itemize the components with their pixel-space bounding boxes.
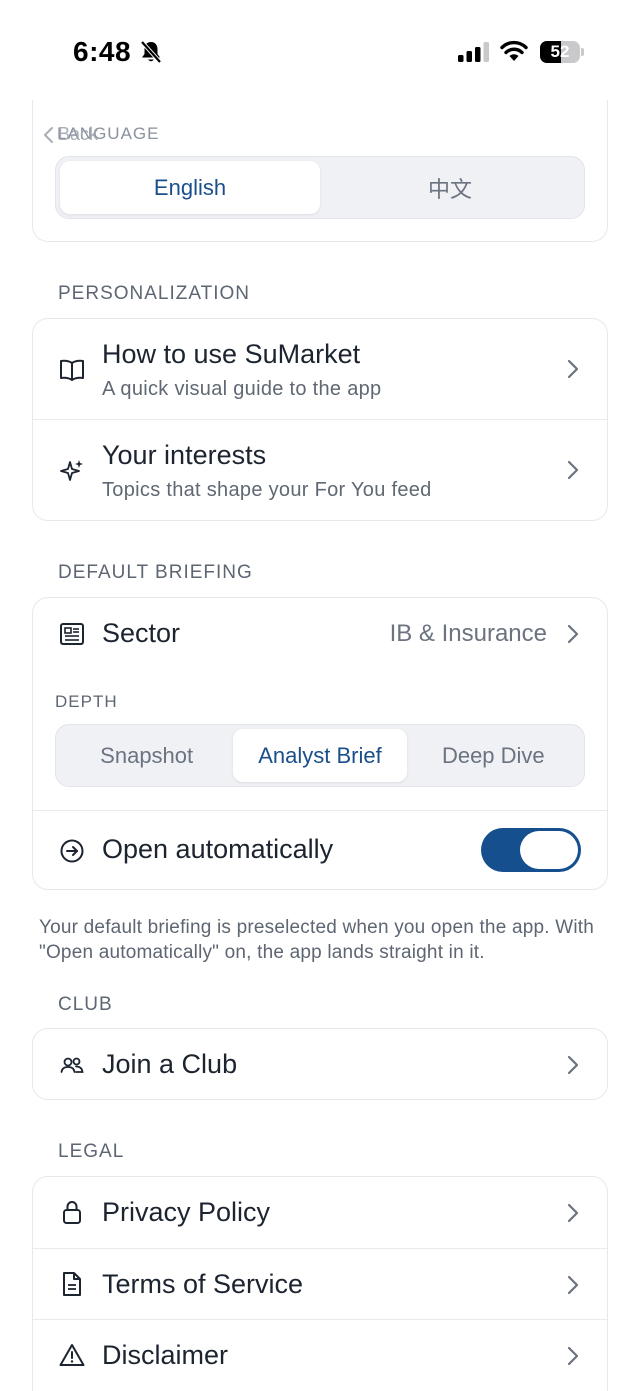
- depth-option-analyst-brief[interactable]: Analyst Brief: [233, 729, 407, 782]
- chevron-right-icon: [567, 1055, 579, 1075]
- privacy-policy-row[interactable]: Privacy Policy: [33, 1177, 607, 1248]
- open-automatically-toggle[interactable]: [481, 828, 581, 872]
- legal-card: Privacy Policy Terms of Service Disclaim…: [32, 1176, 608, 1391]
- default-briefing-card: Sector IB & Insurance DEPTH Snapshot Ana…: [32, 597, 608, 890]
- open-automatically-title: Open automatically: [102, 834, 334, 864]
- how-to-use-title: How to use SuMarket: [102, 339, 361, 369]
- status-time: 6:48: [73, 36, 132, 67]
- join-club-title: Join a Club: [102, 1049, 238, 1079]
- lock-icon: [59, 1199, 85, 1225]
- newspaper-icon: [59, 621, 85, 647]
- back-label: Back: [58, 124, 99, 144]
- sector-title: Sector: [102, 618, 181, 648]
- warning-icon: [59, 1342, 85, 1368]
- club-section-label: CLUB: [58, 994, 113, 1015]
- language-card: LANGUAGE English 中文: [32, 92, 608, 242]
- battery-icon: 52: [540, 41, 584, 63]
- your-interests-row[interactable]: Your interests Topics that shape your Fo…: [33, 420, 607, 521]
- language-option-chinese[interactable]: 中文: [320, 161, 580, 214]
- cellular-signal-icon: [458, 42, 490, 67]
- wifi-icon: [500, 40, 528, 67]
- how-to-use-subtitle: A quick visual guide to the app: [102, 378, 382, 400]
- sparkles-icon: [59, 458, 85, 484]
- sector-row[interactable]: Sector IB & Insurance: [33, 598, 607, 670]
- your-interests-title: Your interests: [102, 440, 267, 470]
- chevron-right-icon: [567, 1275, 579, 1295]
- club-card: Join a Club: [32, 1028, 608, 1100]
- join-club-row[interactable]: Join a Club: [33, 1029, 607, 1101]
- depth-option-snapshot[interactable]: Snapshot: [60, 729, 233, 782]
- default-briefing-section-label: DEFAULT BRIEFING: [58, 562, 253, 583]
- default-briefing-note: Your default briefing is preselected whe…: [39, 917, 595, 963]
- legal-section-label: LEGAL: [58, 1141, 125, 1162]
- language-segmented-control: English 中文: [55, 156, 585, 219]
- chevron-right-icon: [567, 460, 579, 480]
- chevron-right-icon: [567, 624, 579, 644]
- disclaimer-row[interactable]: Disclaimer: [33, 1320, 607, 1391]
- bell-slash-icon: [140, 40, 162, 69]
- sector-value: IB & Insurance: [389, 620, 547, 647]
- book-icon: [59, 357, 85, 383]
- chevron-right-icon: [567, 359, 579, 379]
- arrow-circle-icon: [59, 838, 85, 864]
- depth-option-deep-dive[interactable]: Deep Dive: [407, 729, 580, 782]
- disclaimer-title: Disclaimer: [102, 1340, 229, 1370]
- how-to-use-row[interactable]: How to use SuMarket A quick visual guide…: [33, 319, 607, 420]
- back-button[interactable]: Back: [42, 124, 98, 145]
- chevron-right-icon: [567, 1203, 579, 1223]
- open-automatically-row: Open automatically: [33, 811, 607, 890]
- depth-label: DEPTH: [55, 692, 118, 711]
- chevron-right-icon: [567, 1346, 579, 1366]
- terms-of-service-title: Terms of Service: [102, 1269, 304, 1299]
- document-icon: [59, 1271, 85, 1297]
- toggle-knob: [520, 831, 578, 869]
- language-option-english[interactable]: English: [60, 161, 320, 214]
- terms-of-service-row[interactable]: Terms of Service: [33, 1249, 607, 1319]
- privacy-policy-title: Privacy Policy: [102, 1197, 271, 1227]
- people-icon: [59, 1052, 85, 1078]
- chevron-left-icon: [44, 126, 53, 143]
- status-bar: 6:48 52: [0, 0, 640, 100]
- depth-segmented-control: Snapshot Analyst Brief Deep Dive: [55, 724, 585, 787]
- personalization-section-label: PERSONALIZATION: [58, 283, 251, 304]
- personalization-card: How to use SuMarket A quick visual guide…: [32, 318, 608, 521]
- your-interests-subtitle: Topics that shape your For You feed: [102, 479, 432, 501]
- battery-percent: 52: [550, 42, 570, 61]
